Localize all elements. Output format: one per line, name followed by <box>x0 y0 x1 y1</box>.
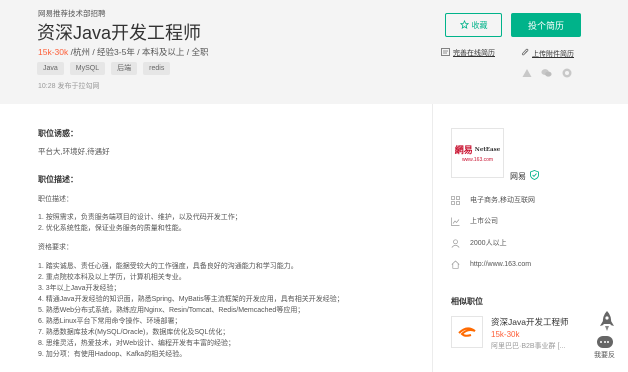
duty-line: 1. 按照需求，负责服务端项目的设计、维护，以及代码开发工作； <box>38 214 242 221</box>
company-size: 2000人以上 <box>470 240 507 247</box>
duty-line: 2. 优化系统性能，保证业务服务的质量和性能。 <box>38 225 186 232</box>
requirement-line: 5. 熟悉Web分布式系统，熟练应用Nginx、Resin/Tomcat、Red… <box>38 307 305 314</box>
similar-job-salary: 15k-30k <box>491 330 520 339</box>
requirement-line: 1. 踏实诚恳、责任心强，能据受较大的工作强度，具备良好的沟通能力和学习能力。 <box>38 263 298 270</box>
paperclip-icon <box>521 48 529 59</box>
requirement-line: 2. 重点院校本科及以上学历，计算机相关专业。 <box>38 274 186 281</box>
apply-button[interactable]: 投个简历 <box>511 13 581 37</box>
upload-resume-label: 上传附件简历 <box>532 50 574 58</box>
logo-url-text: www.163.com <box>461 157 494 163</box>
requirement-line: 4. 精通Java开发经验的知识面，熟悉Spring、MyBatis等主流框架的… <box>38 296 344 303</box>
posted-time: 10:28 发布于拉勾网 <box>38 83 100 90</box>
advantage-text: 平台大,环境好,待遇好 <box>38 147 110 156</box>
department-label: 网易推荐技术部招聘 <box>38 9 106 18</box>
company-website[interactable]: http://www.163.com <box>470 261 531 268</box>
star-icon <box>459 19 469 31</box>
company-size-row: 2000人以上 <box>451 238 507 248</box>
weibo-icon[interactable] <box>561 67 572 78</box>
rocket-icon[interactable] <box>598 310 616 332</box>
tag-java[interactable]: Java <box>37 62 64 75</box>
online-resume-label: 完善在线简历 <box>453 50 495 57</box>
company-name-text: 网易 <box>510 171 526 181</box>
requirement-line: 8. 思维灵活，热爱技术，对Web设计、编程开发有丰富的经验； <box>38 340 236 347</box>
company-field-row: 电子商务,移动互联网 <box>451 195 535 205</box>
description-title: 职位描述： <box>38 175 78 184</box>
favorite-label: 收藏 <box>471 20 488 30</box>
job-requirements-text: /杭州 / 经验3-5年 / 本科及以上 / 全职 <box>68 47 209 57</box>
company-stage: 上市公司 <box>470 218 498 225</box>
logo-en-text: NetEase <box>474 146 501 153</box>
chart-icon <box>451 217 460 226</box>
company-stage-row: 上市公司 <box>451 216 498 226</box>
triangle-warning-icon[interactable] <box>521 67 532 78</box>
person-icon <box>451 238 460 248</box>
similar-job-card[interactable]: 资深Java开发工程师 15k-30k 阿里巴巴·B2B事业群 [... <box>451 316 568 351</box>
upload-resume-link[interactable]: 上传附件简历 <box>521 48 574 59</box>
column-divider <box>432 104 433 372</box>
feedback-button[interactable]: 我要反 <box>594 336 615 360</box>
requirement-line: 6. 熟悉Linux平台下常用命令操作、环境部署； <box>38 318 182 325</box>
company-field: 电子商务,移动互联网 <box>470 197 535 204</box>
tag-backend[interactable]: 后端 <box>111 62 138 75</box>
job-requirements: 15k-30k /杭州 / 经验3-5年 / 本科及以上 / 全职 <box>38 46 209 58</box>
wechat-icon[interactable] <box>541 67 552 78</box>
requirement-line: 9. 加分项：有使用Hadoop、Kafka的相关经验。 <box>38 351 187 358</box>
similar-jobs-title: 相似职位 <box>451 297 483 306</box>
grid-icon <box>451 195 460 205</box>
job-title: 资深Java开发工程师 <box>37 23 202 43</box>
requirements-heading: 资格要求： <box>38 244 73 251</box>
tag-mysql[interactable]: MySQL <box>69 62 106 75</box>
advantage-title: 职位诱惑： <box>38 129 78 138</box>
alibaba-logo <box>451 316 483 348</box>
duties-heading: 职位描述： <box>38 196 73 203</box>
share-row <box>521 67 572 78</box>
logo-cn-text: 網易 <box>454 146 473 156</box>
job-salary: 15k-30k <box>38 47 69 57</box>
home-icon <box>451 260 460 269</box>
tag-redis[interactable]: redis <box>143 62 171 75</box>
job-tags: Java MySQL 后端 redis <box>37 62 171 75</box>
verified-shield-icon <box>530 170 539 182</box>
job-header: 网易推荐技术部招聘 资深Java开发工程师 15k-30k /杭州 / 经验3-… <box>0 0 628 104</box>
feedback-label: 我要反 <box>594 352 615 359</box>
similar-job-title[interactable]: 资深Java开发工程师 <box>491 316 568 328</box>
online-resume-link[interactable]: 完善在线简历 <box>441 48 495 58</box>
similar-job-company: 阿里巴巴·B2B事业群 [... <box>491 343 566 350</box>
requirement-line: 7. 熟悉数据库技术(MySQL/Oracle)，数据库优化及SQL优化； <box>38 329 230 336</box>
company-website-row[interactable]: http://www.163.com <box>451 260 531 269</box>
company-name[interactable]: 网易 <box>510 170 539 182</box>
company-logo[interactable]: 網易 NetEase www.163.com <box>451 128 504 178</box>
chat-bubble-icon <box>596 336 613 348</box>
favorite-button[interactable]: 收藏 <box>445 13 502 37</box>
resume-icon <box>441 48 450 58</box>
requirement-line: 3. 3年以上Java开发经验； <box>38 285 121 292</box>
